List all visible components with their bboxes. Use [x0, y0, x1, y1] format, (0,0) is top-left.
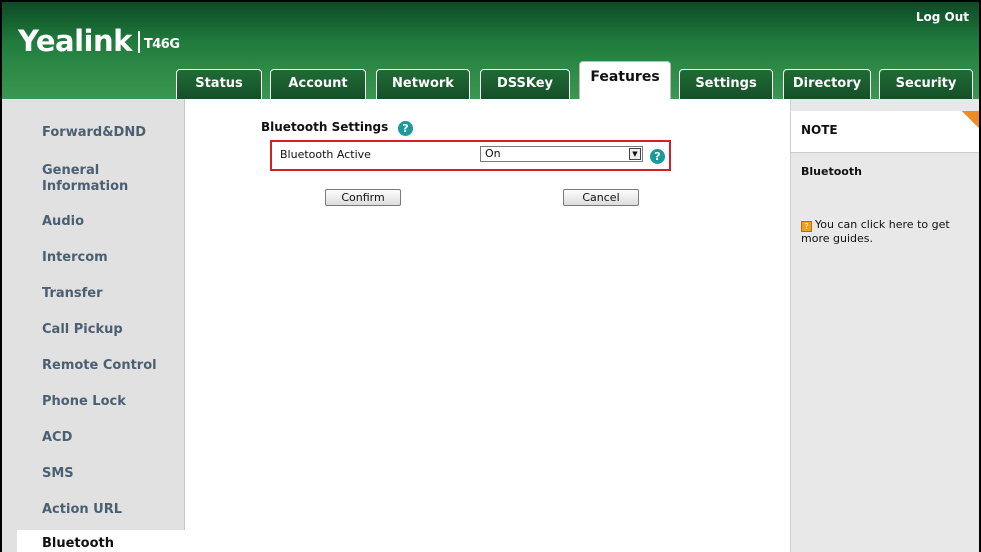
note-corner-icon — [962, 111, 979, 129]
bluetooth-active-value: On — [485, 147, 501, 160]
sidebar-item-remote-control[interactable]: Remote Control — [17, 358, 185, 374]
note-header: NOTE — [791, 111, 979, 153]
logo-separator — [137, 31, 140, 53]
tab-account[interactable]: Account — [270, 69, 366, 99]
bluetooth-active-select[interactable]: On ▼ — [480, 146, 643, 162]
sidebar-item-acd[interactable]: ACD — [17, 430, 185, 446]
sidebar-nav: Forward&DND General Information Audio In… — [2, 99, 185, 552]
guide-book-icon: ? — [801, 221, 812, 232]
sidebar-item-action-url[interactable]: Action URL — [17, 502, 185, 518]
confirm-button[interactable]: Confirm — [325, 189, 401, 206]
sidebar-item-sms[interactable]: SMS — [17, 466, 185, 482]
sidebar-item-call-pickup[interactable]: Call Pickup — [17, 322, 185, 338]
help-icon[interactable]: ? — [398, 121, 413, 136]
sidebar-item-general-information[interactable]: General Information — [17, 163, 128, 195]
note-guide-link[interactable]: ? You can click here to get more guides. — [801, 218, 971, 245]
sidebar-item-forward-dnd[interactable]: Forward&DND — [17, 125, 185, 141]
main-content: Bluetooth Settings ? Bluetooth Active On… — [185, 99, 790, 552]
logout-link[interactable]: Log Out — [916, 10, 969, 24]
yealink-logo: Yealink T46G — [18, 24, 180, 58]
tab-status[interactable]: Status — [176, 69, 262, 99]
note-guide-text: You can click here to get more guides. — [801, 218, 950, 245]
sidebar-item-phone-lock[interactable]: Phone Lock — [17, 394, 185, 410]
sidebar-item-transfer[interactable]: Transfer — [17, 286, 185, 302]
header-bar: Yealink T46G Log Out Status Account Netwo… — [2, 2, 979, 99]
tab-network[interactable]: Network — [376, 69, 470, 99]
tab-settings[interactable]: Settings — [679, 69, 773, 99]
tab-security[interactable]: Security — [879, 69, 973, 99]
sidebar-item-audio[interactable]: Audio — [17, 214, 185, 230]
sidebar-item-bluetooth[interactable]: Bluetooth — [17, 530, 185, 552]
model-name: T46G — [143, 37, 180, 52]
tab-directory[interactable]: Directory — [783, 69, 871, 99]
brand-name: Yealink — [18, 24, 132, 58]
note-title: NOTE — [801, 123, 838, 137]
app-frame: Yealink T46G Log Out Status Account Netwo… — [0, 0, 981, 552]
note-panel: NOTE Bluetooth ? You can click here to ge… — [790, 99, 979, 552]
section-title: Bluetooth Settings — [261, 120, 389, 134]
help-icon[interactable]: ? — [650, 149, 665, 164]
sidebar-item-intercom[interactable]: Intercom — [17, 250, 185, 266]
cancel-button[interactable]: Cancel — [563, 189, 639, 206]
tab-dsskey[interactable]: DSSKey — [480, 69, 570, 99]
chevron-down-icon[interactable]: ▼ — [629, 148, 641, 160]
note-subtitle: Bluetooth — [801, 165, 862, 178]
tab-features[interactable]: Features — [579, 61, 671, 99]
bluetooth-active-label: Bluetooth Active — [280, 148, 371, 161]
